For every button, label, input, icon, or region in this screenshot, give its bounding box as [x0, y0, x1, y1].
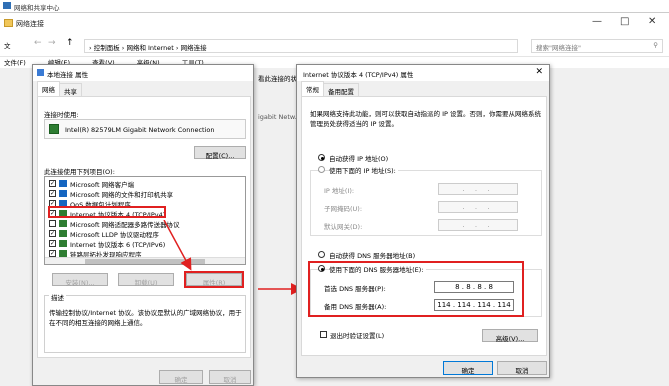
item-checkbox[interactable]: ✓ [49, 230, 56, 237]
protocol-icon [59, 210, 67, 217]
breadcrumb-sep-2: › [121, 44, 125, 52]
ok-button[interactable]: 确定 [159, 370, 203, 384]
ipv4-cancel-button[interactable]: 取消 [497, 361, 547, 375]
client-icon [59, 180, 67, 187]
use-ip-radio[interactable] [318, 166, 325, 173]
maximize-button[interactable]: □ [620, 16, 629, 27]
use-dns-radio[interactable] [318, 265, 325, 272]
item-checkbox[interactable]: ✓ [49, 240, 56, 247]
connect-using-label: 连接时使用: [44, 111, 79, 119]
cancel-button[interactable]: 取消 [209, 370, 251, 384]
item-label: Microsoft LLDP 协议驱动程序 [70, 231, 159, 239]
background-title-text: 网络和共享中心 [14, 4, 60, 12]
menu-file[interactable]: 文件(F) [4, 59, 26, 67]
close-icon[interactable]: ✕ [535, 67, 543, 77]
alternate-dns-label: 备用 DNS 服务器(A): [324, 303, 387, 311]
breadcrumb-sep-1: › [89, 44, 92, 52]
adapter-name: Intel(R) 82579LM Gigabit Network Connect… [65, 126, 215, 134]
protocol-icon [59, 230, 67, 237]
up-button[interactable]: ↑ [66, 38, 74, 48]
ip-address-label: IP 地址(I): [324, 187, 355, 195]
item-checkbox[interactable]: ✓ [49, 250, 56, 257]
search-icon: ⚲ [653, 41, 658, 49]
preferred-dns-field[interactable]: 8 . 8 . 8 . 8 [434, 281, 514, 293]
protocol-icon [59, 220, 67, 227]
gateway-field[interactable]: . . . [438, 219, 518, 231]
tab-sharing[interactable]: 共享 [59, 83, 82, 96]
close-button[interactable]: ✕ [648, 16, 656, 27]
ipv4-tab-strip: 常规 备用配置 [301, 81, 547, 97]
protocol-icon [59, 250, 67, 257]
breadcrumb-network-internet[interactable]: 网络和 Internet [126, 44, 173, 52]
tab-network[interactable]: 网络 [37, 81, 60, 96]
address-bar-row: 文 ← → ↑ › 控制面板 › 网络和 Internet › 网络连接 搜索"… [0, 35, 669, 57]
item-label: Microsoft 网络的文件和打印机共享 [70, 191, 174, 199]
ipv4-dialog-title: Internet 协议版本 4 (TCP/IPv4) 属性 [303, 71, 414, 79]
item-checkbox[interactable] [49, 220, 56, 227]
ipv4-titlebar: Internet 协议版本 4 (TCP/IPv4) 属性 ✕ [297, 65, 549, 81]
items-label: 此连接使用下列项目(O): [44, 168, 115, 176]
service-icon [59, 200, 67, 207]
window-titlebar: 网络连接 — □ ✕ [0, 13, 669, 35]
subnet-mask-field[interactable]: . . . [438, 201, 518, 213]
auto-dns-label: 自动获得 DNS 服务器地址(B) [329, 252, 416, 260]
subnet-mask-label: 子网掩码(U): [324, 205, 363, 213]
adapter-fragment: igabit Netw... [258, 113, 301, 121]
folder-icon [4, 19, 13, 27]
description-label: 描述 [49, 292, 66, 302]
ribbon-file-fragment: 文 [4, 42, 11, 50]
breadcrumb-control-panel[interactable]: 控制面板 [94, 44, 120, 52]
gateway-label: 默认网关(D): [324, 223, 363, 231]
network-center-icon [3, 2, 11, 9]
breadcrumb-sep-3: › [175, 44, 179, 52]
address-field[interactable]: › 控制面板 › 网络和 Internet › 网络连接 [84, 39, 518, 53]
install-button[interactable]: 安装(N)... [52, 273, 108, 287]
service-icon [59, 190, 67, 197]
breadcrumb-network-connections[interactable]: 网络连接 [181, 44, 207, 52]
configure-button[interactable]: 配置(C)... [194, 146, 246, 160]
search-placeholder: 搜索"网络连接" [536, 44, 581, 52]
item-label: Microsoft 网络客户端 [70, 181, 135, 189]
auto-ip-radio[interactable] [318, 154, 325, 161]
item-label: QoS 数据包计划程序 [70, 201, 131, 209]
alternate-dns-field[interactable]: 114 . 114 . 114 . 114 [434, 299, 514, 311]
window-title: 网络连接 [16, 20, 44, 28]
dialog-titlebar: 本地连接 属性 [33, 65, 253, 81]
network-icon [37, 69, 44, 76]
background-window-title: 网络和共享中心 [0, 0, 669, 12]
general-tab-panel: 如果网络支持此功能，则可以获取自动指派的 IP 设置。否则，你需要从网络系统管理… [301, 96, 547, 356]
preferred-dns-label: 首选 DNS 服务器(P): [324, 285, 386, 293]
minimize-button[interactable]: — [592, 16, 602, 27]
auto-ip-label: 自动获得 IP 地址(O) [329, 155, 389, 163]
validate-label: 退出时验证设置(L) [330, 332, 385, 340]
intro-text: 如果网络支持此功能，则可以获取自动指派的 IP 设置。否则，你需要从网络系统管理… [310, 110, 541, 128]
advanced-button[interactable]: 高级(V)... [482, 329, 538, 343]
use-ip-label: 使用下面的 IP 地址(S): [329, 165, 398, 175]
auto-dns-radio[interactable] [318, 251, 325, 258]
tab-strip: 网络 共享 [37, 81, 249, 97]
adapter-box: Intel(R) 82579LM Gigabit Network Connect… [44, 119, 246, 139]
dialog-title: 本地连接 属性 [47, 71, 89, 79]
ip-address-field[interactable]: . . . [438, 183, 518, 195]
network-adapter-icon [49, 124, 59, 134]
annotation-arrows [163, 220, 303, 295]
description-text: 传输控制协议/Internet 协议。该协议是默认的广域网络协议，用于在不同的相… [49, 309, 242, 327]
validate-checkbox[interactable] [320, 331, 327, 338]
item-checkbox[interactable]: ✓ [49, 180, 56, 187]
ipv4-ok-button[interactable]: 确定 [443, 361, 493, 375]
back-button[interactable]: ← [34, 38, 42, 48]
item-checkbox[interactable]: ✓ [49, 190, 56, 197]
ipv4-properties-dialog: Internet 协议版本 4 (TCP/IPv4) 属性 ✕ 常规 备用配置 … [296, 64, 550, 378]
search-input[interactable]: 搜索"网络连接" ⚲ [531, 39, 663, 53]
tab-general[interactable]: 常规 [301, 81, 324, 96]
item-checkbox[interactable]: ✓ [49, 210, 56, 217]
use-dns-label: 使用下面的 DNS 服务器地址(E): [329, 264, 426, 274]
item-checkbox[interactable]: ✓ [49, 200, 56, 207]
item-label: Internet 协议版本 4 (TCP/IPv4) [70, 211, 166, 219]
tab-alternate[interactable]: 备用配置 [323, 83, 359, 96]
forward-button[interactable]: → [48, 38, 56, 48]
protocol-icon [59, 240, 67, 247]
arrow-item-to-properties [163, 220, 192, 271]
